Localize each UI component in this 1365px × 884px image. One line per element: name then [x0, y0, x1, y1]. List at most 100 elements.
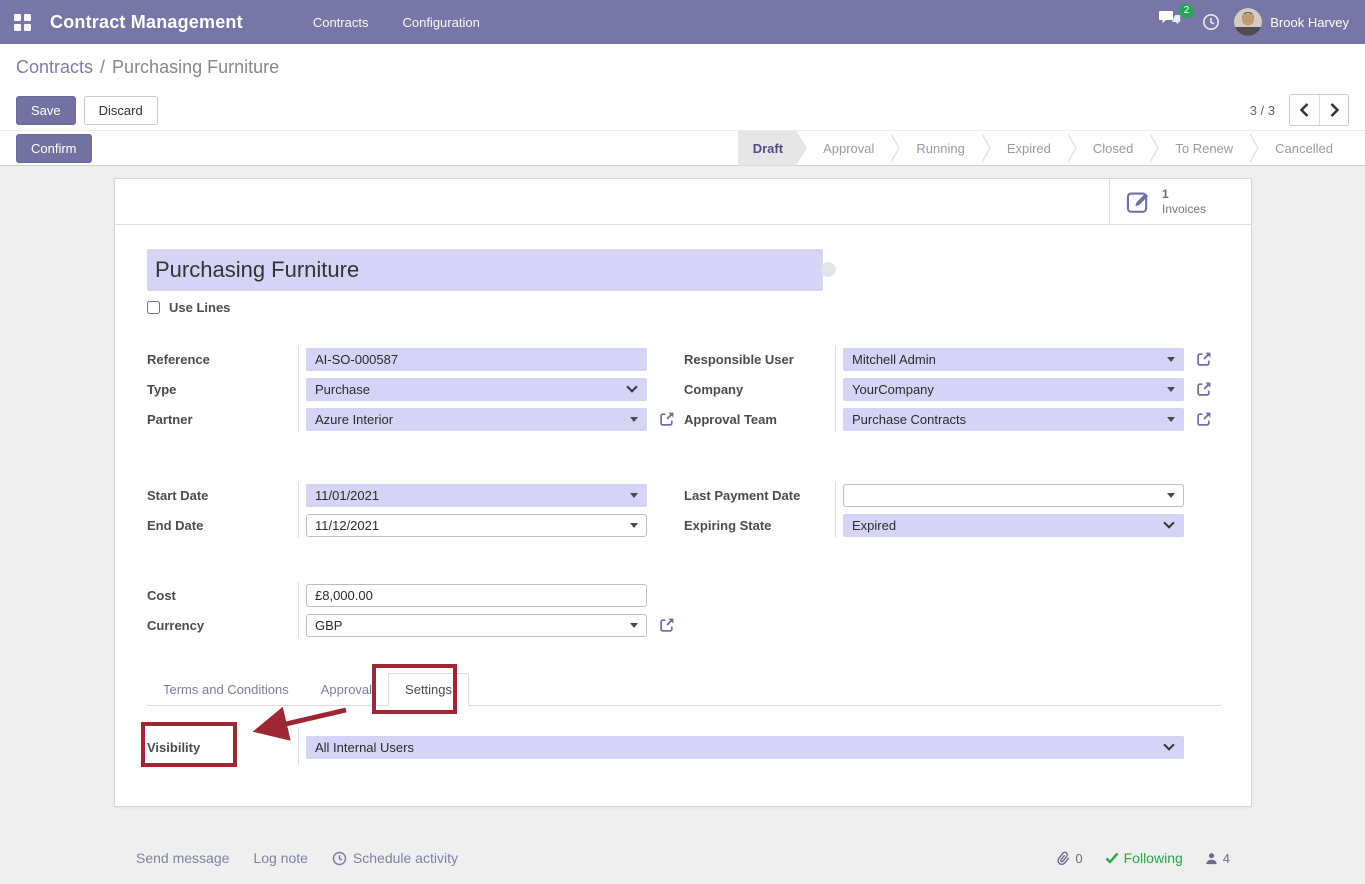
company-label: Company: [684, 382, 843, 397]
tab-terms-and-conditions[interactable]: Terms and Conditions: [147, 674, 305, 705]
chevron-down-icon: [626, 381, 637, 392]
user-name: Brook Harvey: [1270, 15, 1349, 30]
end-date-input[interactable]: 11/12/2021: [306, 514, 647, 537]
visibility-select[interactable]: All Internal Users: [306, 736, 1184, 759]
contract-title-input[interactable]: [147, 249, 823, 291]
partner-external-link-icon[interactable]: [659, 411, 675, 427]
confirm-button[interactable]: Confirm: [16, 134, 92, 163]
stage-separator: [1149, 133, 1159, 163]
chatter-bar: Send message Log note Schedule activity …: [114, 838, 1252, 878]
responsible-user-dropdown[interactable]: Mitchell Admin: [843, 348, 1184, 371]
stage-draft[interactable]: Draft: [738, 131, 807, 166]
responsible-user-external-link-icon[interactable]: [1196, 351, 1212, 367]
start-date-input[interactable]: 11/01/2021: [306, 484, 647, 507]
app-brand: Contract Management: [50, 12, 243, 33]
chevron-down-icon: [1163, 739, 1174, 750]
stage-cancelled[interactable]: Cancelled: [1259, 131, 1349, 166]
attachments-button[interactable]: 0: [1057, 851, 1082, 866]
approval-team-external-link-icon[interactable]: [1196, 411, 1212, 427]
currency-external-link-icon[interactable]: [659, 617, 675, 633]
currency-label: Currency: [147, 618, 306, 633]
expiring-state-label: Expiring State: [684, 518, 843, 533]
menu-configuration[interactable]: Configuration: [390, 9, 491, 36]
caret-down-icon: [1167, 493, 1175, 498]
pager-previous-button[interactable]: [1290, 95, 1319, 125]
expiring-state-select[interactable]: Expired: [843, 514, 1184, 537]
menu-contracts[interactable]: Contracts: [301, 9, 381, 36]
cost-label: Cost: [147, 588, 306, 603]
use-lines-label: Use Lines: [169, 300, 230, 315]
company-dropdown[interactable]: YourCompany: [843, 378, 1184, 401]
translation-dot: [821, 262, 836, 277]
stage-running[interactable]: Running: [900, 131, 980, 166]
breadcrumb: Contracts / Purchasing Furniture: [0, 44, 1365, 90]
type-select[interactable]: Purchase: [306, 378, 647, 401]
stage-to-renew[interactable]: To Renew: [1159, 131, 1249, 166]
visibility-label: Visibility: [147, 740, 306, 755]
stage-expired[interactable]: Expired: [991, 131, 1067, 166]
caret-down-icon: [1167, 417, 1175, 422]
smart-button-row: 1 Invoices: [115, 179, 1251, 225]
reference-label: Reference: [147, 352, 306, 367]
person-icon: [1205, 852, 1218, 865]
chevron-right-icon: [1330, 103, 1339, 117]
company-external-link-icon[interactable]: [1196, 381, 1212, 397]
edit-note-icon: [1126, 189, 1152, 215]
control-panel: Save Discard 3 / 3: [0, 90, 1365, 130]
breadcrumb-parent[interactable]: Contracts: [16, 57, 93, 78]
statusbar: Confirm Draft Approval Running Expired C…: [0, 130, 1365, 166]
form-body: 1 Invoices Use Lines Reference Type Pu: [0, 166, 1365, 884]
schedule-activity-link[interactable]: Schedule activity: [332, 850, 458, 866]
top-navbar: Contract Management Contracts Configurat…: [0, 0, 1365, 44]
stage-separator: [981, 133, 991, 163]
caret-down-icon: [630, 417, 638, 422]
end-date-label: End Date: [147, 518, 306, 533]
tab-approval[interactable]: Approval: [305, 674, 388, 705]
user-menu[interactable]: Brook Harvey: [1234, 8, 1349, 36]
log-note-link[interactable]: Log note: [253, 850, 308, 866]
use-lines-checkbox[interactable]: [147, 301, 160, 314]
caret-down-icon: [1167, 357, 1175, 362]
form-sheet: 1 Invoices Use Lines Reference Type Pu: [114, 178, 1252, 807]
stage-closed[interactable]: Closed: [1077, 131, 1149, 166]
tab-settings[interactable]: Settings: [388, 673, 469, 706]
invoices-count: 1: [1162, 187, 1206, 202]
followers-button[interactable]: 4: [1205, 851, 1230, 866]
stage-approval[interactable]: Approval: [807, 131, 890, 166]
breadcrumb-current: Purchasing Furniture: [112, 57, 279, 78]
approval-team-label: Approval Team: [684, 412, 843, 427]
partner-dropdown[interactable]: Azure Interior: [306, 408, 647, 431]
last-payment-date-input[interactable]: [843, 484, 1184, 507]
stage-separator: [1067, 133, 1077, 163]
breadcrumb-separator: /: [100, 57, 105, 78]
reference-input[interactable]: [306, 348, 647, 371]
user-avatar: [1234, 8, 1262, 36]
attachments-count: 0: [1075, 851, 1082, 866]
chevron-down-icon: [1163, 517, 1174, 528]
save-button[interactable]: Save: [16, 96, 76, 125]
activities-clock-icon[interactable]: [1202, 13, 1220, 31]
caret-down-icon: [630, 523, 638, 528]
pager-counter: 3 / 3: [1250, 103, 1275, 118]
cost-input[interactable]: [306, 584, 647, 607]
following-button[interactable]: Following: [1105, 850, 1183, 866]
partner-label: Partner: [147, 412, 306, 427]
main-menus: Contracts Configuration: [301, 9, 492, 36]
caret-down-icon: [630, 623, 638, 628]
caret-down-icon: [1167, 387, 1175, 392]
invoices-smart-button[interactable]: 1 Invoices: [1109, 179, 1251, 225]
caret-down-icon: [630, 493, 638, 498]
apps-menu-icon[interactable]: [0, 0, 44, 44]
discard-button[interactable]: Discard: [84, 96, 158, 125]
check-icon: [1105, 852, 1119, 864]
start-date-label: Start Date: [147, 488, 306, 503]
chevron-left-icon: [1300, 103, 1309, 117]
pager-next-button[interactable]: [1319, 95, 1348, 125]
currency-dropdown[interactable]: GBP: [306, 614, 647, 637]
stage-separator: [1249, 133, 1259, 163]
approval-team-dropdown[interactable]: Purchase Contracts: [843, 408, 1184, 431]
clock-icon: [332, 851, 347, 866]
messages-icon[interactable]: 2: [1158, 9, 1188, 35]
send-message-link[interactable]: Send message: [136, 850, 229, 866]
type-label: Type: [147, 382, 306, 397]
